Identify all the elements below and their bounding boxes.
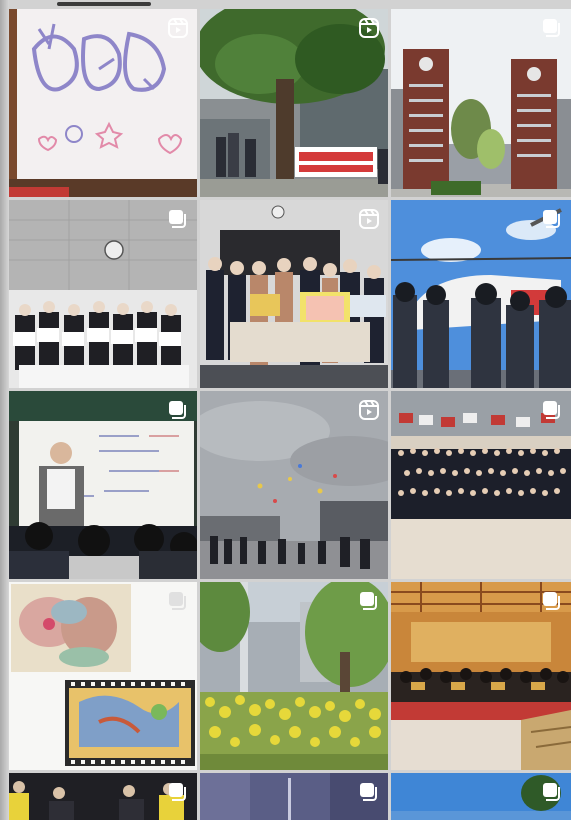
post-tile-classroom-lecture[interactable] xyxy=(9,391,197,579)
post-tile-tree-banner[interactable] xyxy=(200,9,388,197)
carousel-icon xyxy=(167,399,189,421)
carousel-icon xyxy=(167,781,189,803)
reels-icon xyxy=(358,399,380,421)
carousel-icon xyxy=(358,781,380,803)
carousel-icon xyxy=(167,590,189,612)
post-tile-school-towers[interactable] xyxy=(391,9,571,197)
screen-edge xyxy=(0,0,9,820)
post-tile-helicopter[interactable] xyxy=(391,200,571,388)
post-tile-artworks[interactable] xyxy=(9,582,197,770)
carousel-icon xyxy=(541,17,563,39)
carousel-icon xyxy=(541,208,563,230)
reels-icon xyxy=(358,208,380,230)
post-tile-balloon-release[interactable] xyxy=(200,391,388,579)
post-tile-indoor-event[interactable] xyxy=(9,773,197,820)
post-tile-purple-hall[interactable] xyxy=(200,773,388,820)
post-tile-group-photo[interactable] xyxy=(391,391,571,579)
post-tile-students-certificates[interactable] xyxy=(9,200,197,388)
carousel-icon xyxy=(167,208,189,230)
scroll-indicator xyxy=(57,2,151,6)
carousel-icon xyxy=(541,590,563,612)
reels-icon xyxy=(358,17,380,39)
reels-icon xyxy=(167,17,189,39)
post-tile-blue-sky[interactable] xyxy=(391,773,571,820)
post-tile-whiteboard-drawing[interactable] xyxy=(9,9,197,197)
post-grid xyxy=(9,9,571,820)
carousel-icon xyxy=(541,781,563,803)
carousel-icon xyxy=(541,399,563,421)
phone-screen xyxy=(0,0,571,820)
post-tile-orchestra-stage[interactable] xyxy=(391,582,571,770)
post-tile-rapeseed-field[interactable] xyxy=(200,582,388,770)
carousel-icon xyxy=(358,590,380,612)
post-tile-award-ceremony[interactable] xyxy=(200,200,388,388)
